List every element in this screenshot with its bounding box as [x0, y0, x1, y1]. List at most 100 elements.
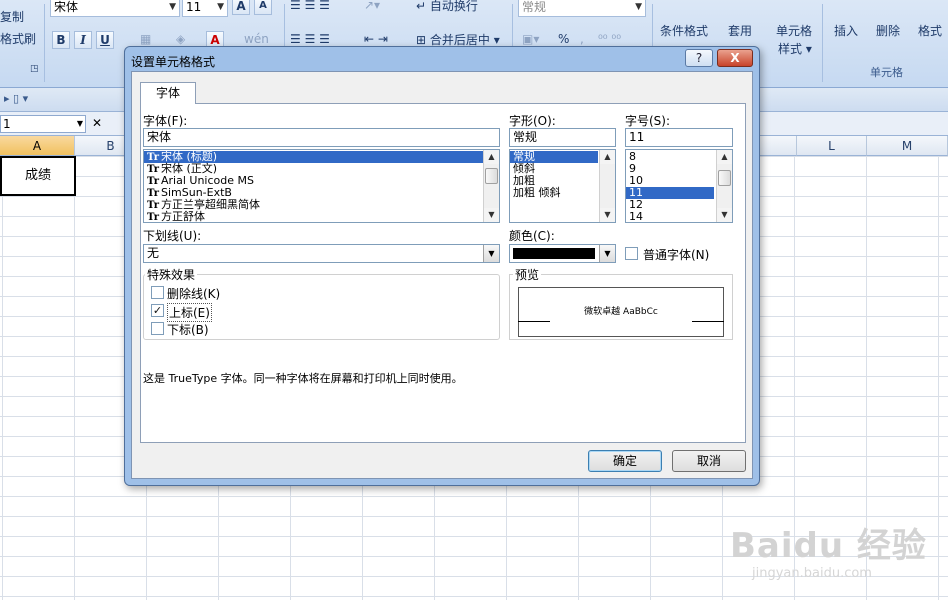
help-button[interactable]: ?	[685, 49, 713, 67]
clipboard-launcher-icon[interactable]: ◳	[30, 64, 39, 74]
borders-icon[interactable]: ▦	[140, 32, 151, 46]
name-box[interactable]: 1 ▼	[0, 115, 86, 133]
watermark-url: jingyan.baidu.com	[752, 566, 872, 581]
percent-button[interactable]: %	[558, 32, 569, 46]
font-name-combo[interactable]: 宋体 ▼	[50, 0, 180, 17]
preview-label: 预览	[513, 266, 542, 283]
scroll-up-icon[interactable]: ▲	[600, 150, 615, 164]
dialog-title: 设置单元格格式	[131, 55, 216, 69]
scroll-thumb[interactable]	[485, 168, 498, 184]
format-cells-dialog: 设置单元格格式 ? X 字体 字体(F): 宋体 Tr 宋体 (标题) Tr 宋体 …	[124, 46, 760, 486]
column-header-m[interactable]: M	[867, 136, 948, 156]
font-size-combo[interactable]: 11 ▼	[182, 0, 228, 17]
font-name-input[interactable]: 宋体	[143, 128, 500, 147]
font-size-input[interactable]: 11	[625, 128, 733, 147]
format-painter-button[interactable]: 格式刷	[0, 30, 36, 47]
scroll-down-icon[interactable]: ▼	[717, 208, 732, 222]
subscript-checkbox[interactable]	[151, 322, 164, 335]
underline-select[interactable]: 无 ▼	[143, 244, 500, 263]
chevron-down-icon: ▼	[217, 2, 224, 12]
close-button[interactable]: X	[717, 49, 753, 67]
watermark: Baidu 经验	[730, 526, 927, 566]
currency-icon[interactable]: ▣▾	[522, 32, 539, 46]
ribbon-separator	[44, 4, 45, 82]
underline-value: 无	[147, 246, 160, 260]
chevron-down-icon: ▼	[76, 119, 83, 128]
chevron-down-icon[interactable]: ▼	[599, 245, 615, 262]
color-swatch	[513, 248, 595, 259]
quick-access-icons[interactable]: ▸ ▯ ▾	[4, 92, 28, 105]
color-select[interactable]: ▼	[509, 244, 616, 263]
shrink-font-button[interactable]: A	[254, 0, 272, 15]
chevron-down-icon[interactable]: ▼	[483, 245, 499, 262]
font-style-list[interactable]: 常规 倾斜 加粗 加粗 倾斜 ▲ ▼	[509, 149, 616, 223]
font-info-text: 这是 TrueType 字体。同一种字体将在屏幕和打印机上同时使用。	[143, 372, 463, 385]
name-box-value: 1	[3, 117, 11, 131]
conditional-format-button[interactable]: 条件格式	[660, 22, 708, 39]
wrap-text-button[interactable]: ↵ 自动换行	[416, 0, 478, 14]
scroll-down-icon[interactable]: ▼	[484, 208, 499, 222]
cell-styles-button[interactable]: 单元格	[776, 22, 812, 39]
phonetic-icon[interactable]: wén	[244, 32, 269, 46]
chevron-down-icon: ▼	[169, 2, 176, 12]
style-label: 字形(O):	[509, 114, 556, 128]
column-header-a[interactable]: A	[0, 136, 75, 156]
align-top-icon[interactable]: ☰ ☰ ☰	[290, 0, 330, 12]
strikethrough-checkbox[interactable]	[151, 286, 164, 299]
font-size-list[interactable]: 8 9 10 11 12 14 ▲ ▼	[625, 149, 733, 223]
bold-button[interactable]: B	[52, 31, 70, 49]
orientation-icon[interactable]: ↗▾	[364, 0, 380, 12]
list-item[interactable]: Tr 方正舒体	[144, 211, 499, 223]
style-list-scrollbar[interactable]: ▲ ▼	[599, 150, 615, 222]
ribbon-separator	[822, 4, 823, 82]
cancel-entry-icon[interactable]: ✕	[92, 116, 102, 130]
preview-baseline-left	[518, 321, 550, 322]
italic-button[interactable]: I	[74, 31, 92, 49]
scroll-up-icon[interactable]: ▲	[484, 150, 499, 164]
list-item-label: 方正舒体	[161, 210, 205, 223]
fill-color-icon[interactable]: ◈	[176, 32, 185, 46]
dialog-body: 字体 字体(F): 宋体 Tr 宋体 (标题) Tr 宋体 (正文) Tr Arial…	[131, 71, 753, 479]
tab-font[interactable]: 字体	[140, 82, 196, 104]
scroll-up-icon[interactable]: ▲	[717, 150, 732, 164]
align-left-icon[interactable]: ☰ ☰ ☰	[290, 32, 330, 46]
copy-button[interactable]: 复制	[0, 8, 24, 25]
number-format-combo[interactable]: 常规 ▼	[518, 0, 646, 17]
cell-a1[interactable]: 成绩	[0, 156, 76, 196]
wrap-text-label: 自动换行	[429, 0, 478, 13]
font-list-scrollbar[interactable]: ▲ ▼	[483, 150, 499, 222]
underline-label: 下划线(U):	[143, 229, 202, 243]
effects-label: 特殊效果	[145, 266, 198, 283]
scroll-down-icon[interactable]: ▼	[600, 208, 615, 222]
grow-font-button[interactable]: A	[232, 0, 250, 15]
ok-button[interactable]: 确定	[588, 450, 662, 472]
normal-font-label: 普通字体(N)	[643, 248, 710, 262]
number-format-value: 常规	[522, 0, 547, 14]
chevron-down-icon: ▼	[635, 2, 642, 12]
indent-icon[interactable]: ⇤ ⇥	[364, 32, 388, 46]
font-size-value: 11	[186, 0, 202, 14]
font-style-input[interactable]: 常规	[509, 128, 616, 147]
truetype-icon: Tr	[147, 212, 159, 223]
font-label: 字体(F):	[143, 114, 188, 128]
format-button[interactable]: 格式	[918, 22, 942, 39]
superscript-checkbox[interactable]: ✓	[151, 304, 164, 317]
cancel-button[interactable]: 取消	[672, 450, 746, 472]
preview-text: 微软卓越 AaBbCc	[584, 307, 658, 317]
comma-style-icon[interactable]: ,	[580, 32, 584, 46]
font-name-list[interactable]: Tr 宋体 (标题) Tr 宋体 (正文) Tr Arial Unicode MS T…	[143, 149, 500, 223]
superscript-label: 上标(E)	[167, 303, 212, 322]
insert-button[interactable]: 插入	[834, 22, 858, 39]
size-list-scrollbar[interactable]: ▲ ▼	[716, 150, 732, 222]
normal-font-checkbox[interactable]	[625, 247, 638, 260]
strikethrough-label: 删除线(K)	[167, 287, 221, 301]
column-header-l[interactable]: L	[797, 136, 867, 156]
font-name-value: 宋体	[54, 0, 79, 14]
decimal-icon[interactable]: ⁰⁰ ⁰⁰	[598, 32, 621, 46]
underline-button[interactable]: U	[96, 31, 114, 49]
table-format-button[interactable]: 套用	[728, 22, 752, 39]
delete-button[interactable]: 删除	[876, 22, 900, 39]
scroll-thumb[interactable]	[718, 170, 731, 186]
size-label: 字号(S):	[625, 114, 671, 128]
cell-styles-label-text: 样式	[778, 42, 803, 56]
